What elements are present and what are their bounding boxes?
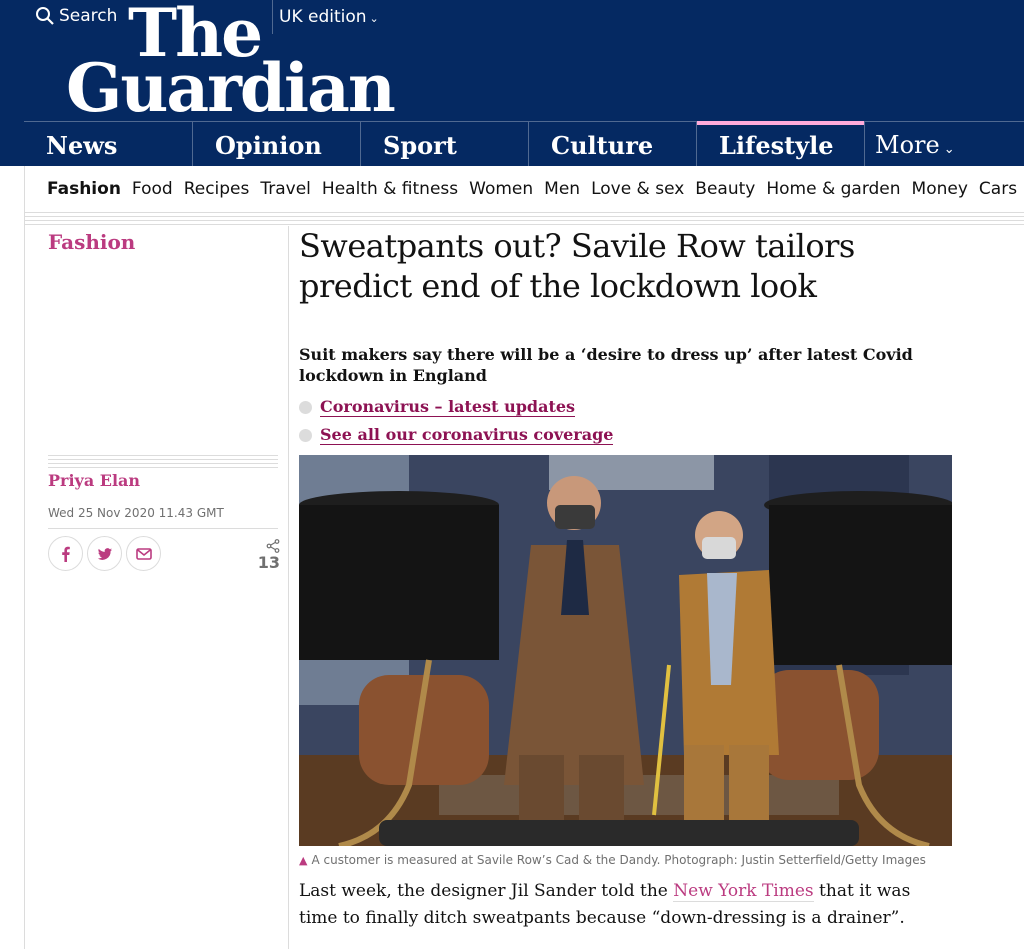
share-icon bbox=[266, 539, 280, 553]
subnav-travel[interactable]: Travel bbox=[260, 179, 311, 199]
publish-date: Wed 25 Nov 2020 11.43 GMT bbox=[48, 506, 224, 520]
subnav-fashion[interactable]: Fashion bbox=[47, 179, 121, 199]
share-count: 13 bbox=[256, 539, 280, 572]
bullet-icon bbox=[299, 428, 312, 442]
body-link-nyt[interactable]: New York Times bbox=[673, 881, 814, 902]
related-link-latest-updates[interactable]: Coronavirus – latest updates bbox=[320, 397, 576, 417]
image-caption: ▲ A customer is measured at Savile Row’s … bbox=[299, 853, 949, 867]
pillar-culture[interactable]: Culture bbox=[528, 122, 696, 166]
subnav-men[interactable]: Men bbox=[544, 179, 580, 199]
article-standfirst: Suit makers say there will be a ‘desire … bbox=[299, 345, 913, 385]
guardian-logo[interactable]: The Guardian bbox=[66, 0, 396, 128]
email-icon bbox=[135, 547, 152, 560]
related-links: Coronavirus – latest updates See all our… bbox=[299, 393, 614, 449]
pillar-nav: News Opinion Sport Culture Lifestyle Mor… bbox=[24, 121, 1024, 166]
subnav-money[interactable]: Money bbox=[912, 179, 968, 199]
meta-divider bbox=[48, 528, 278, 529]
chevron-down-icon: ⌄ bbox=[943, 142, 955, 157]
section-label[interactable]: Fashion bbox=[48, 230, 135, 254]
share-buttons bbox=[48, 536, 161, 571]
author-name[interactable]: Priya Elan bbox=[48, 471, 140, 490]
subnav-cars[interactable]: Cars bbox=[979, 179, 1017, 199]
article-headline: Sweatpants out? Savile Row tailors predi… bbox=[299, 227, 855, 305]
subnav-divider bbox=[24, 212, 1024, 226]
subnav-home-garden[interactable]: Home & garden bbox=[766, 179, 900, 199]
caption-text: A customer is measured at Savile Row’s C… bbox=[311, 853, 926, 867]
twitter-icon bbox=[97, 547, 112, 560]
article-main-image bbox=[299, 455, 952, 846]
facebook-icon bbox=[61, 546, 70, 562]
pillar-more[interactable]: More ⌄ bbox=[864, 122, 1014, 166]
body-text-start: Last week, the designer Jil Sander told … bbox=[299, 881, 674, 901]
related-link-item: Coronavirus – latest updates bbox=[299, 393, 613, 421]
caption-triangle-icon: ▲ bbox=[299, 854, 308, 867]
pillar-lifestyle[interactable]: Lifestyle bbox=[696, 121, 864, 166]
pillar-sport[interactable]: Sport bbox=[360, 122, 528, 166]
masthead: Search UK edition ⌄ The Guardian News Opi… bbox=[0, 0, 1024, 166]
share-facebook-button[interactable] bbox=[48, 536, 83, 571]
logo-line-2: Guardian bbox=[66, 49, 396, 128]
byline-divider bbox=[48, 455, 278, 471]
sub-nav: Fashion Food Recipes Travel Health & fit… bbox=[24, 166, 1024, 212]
subnav-health-fitness[interactable]: Health & fitness bbox=[322, 179, 458, 199]
share-twitter-button[interactable] bbox=[87, 536, 122, 571]
subnav-love-sex[interactable]: Love & sex bbox=[591, 179, 684, 199]
subnav-recipes[interactable]: Recipes bbox=[184, 179, 250, 199]
subnav-beauty[interactable]: Beauty bbox=[695, 179, 755, 199]
pillar-opinion[interactable]: Opinion bbox=[192, 122, 360, 166]
related-link-item: See all our coronavirus coverage bbox=[299, 421, 614, 449]
pillar-news[interactable]: News bbox=[24, 122, 192, 166]
search-icon bbox=[36, 7, 54, 25]
share-count-value: 13 bbox=[257, 553, 280, 572]
related-link-coverage[interactable]: See all our coronavirus coverage bbox=[320, 425, 614, 445]
article-body-paragraph: Last week, the designer Jil Sander told … bbox=[299, 878, 949, 932]
bullet-icon bbox=[299, 400, 312, 414]
meta-column: Fashion Priya Elan Wed 25 Nov 2020 11.43… bbox=[24, 226, 289, 949]
more-label: More bbox=[875, 131, 940, 159]
subnav-food[interactable]: Food bbox=[132, 179, 173, 199]
subnav-women[interactable]: Women bbox=[469, 179, 533, 199]
share-email-button[interactable] bbox=[126, 536, 161, 571]
